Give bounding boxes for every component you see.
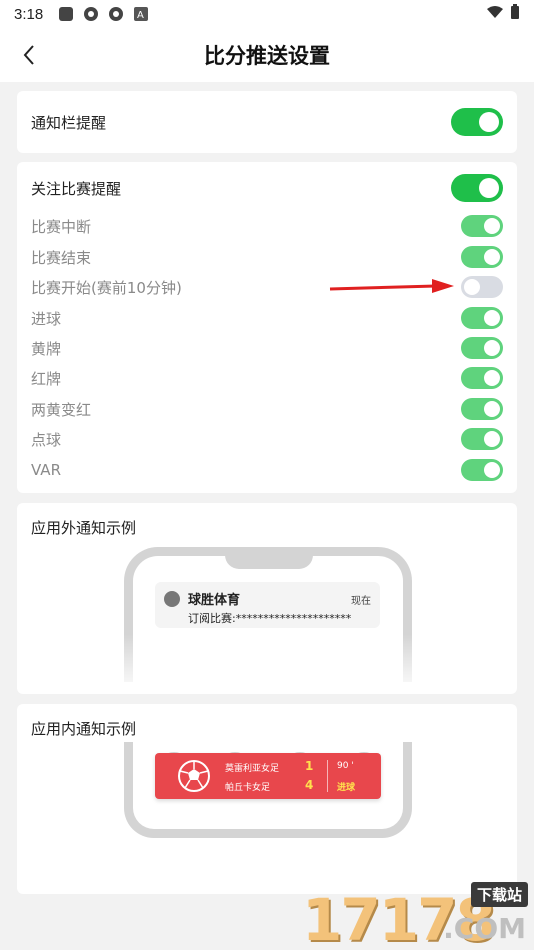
match-end-toggle[interactable] bbox=[461, 246, 503, 268]
followed-match-label: 关注比赛提醒 bbox=[31, 179, 122, 198]
home-team-name: 莫雷利亚女足 bbox=[225, 764, 280, 774]
yellow-card-toggle[interactable] bbox=[461, 337, 503, 359]
var-label: VAR bbox=[31, 461, 61, 479]
list-item: 进球 bbox=[31, 307, 503, 329]
outside-example-title: 应用外通知示例 bbox=[31, 519, 137, 537]
status-bar: 3:18 A bbox=[0, 0, 534, 28]
list-item: 红牌 bbox=[31, 367, 503, 389]
goal-label: 进球 bbox=[31, 309, 62, 328]
watermark-badge: 下载站 bbox=[470, 882, 528, 907]
watermark-logo: 17178 下载站 .COM bbox=[302, 882, 528, 950]
chevron-left-icon bbox=[23, 45, 34, 65]
goal-toggle[interactable] bbox=[461, 307, 503, 329]
notification-preview: 球胜体育 现在 订阅比赛:********************* bbox=[155, 582, 380, 628]
notification-text: 订阅比赛:********************* bbox=[188, 612, 352, 625]
notification-app-name: 球胜体育 bbox=[188, 593, 241, 608]
notification-bar-label: 通知栏提醒 bbox=[31, 113, 107, 132]
score-banner: 莫雷利亚女足 帕丘卡女足 1 4 90 ' 进球 bbox=[155, 753, 381, 799]
phone-fade bbox=[117, 634, 417, 694]
list-item: 黄牌 bbox=[31, 337, 503, 359]
penalty-toggle[interactable] bbox=[461, 428, 503, 450]
penalty-label: 点球 bbox=[31, 430, 62, 449]
app-avatar-icon bbox=[164, 591, 180, 607]
aperture-icon bbox=[107, 6, 124, 23]
followed-match-card: 关注比赛提醒 比赛中断 比赛结束 比赛开始(赛前10分钟) 进球 黄牌 红牌 两… bbox=[17, 162, 517, 493]
match-start-toggle[interactable] bbox=[461, 276, 503, 298]
away-team-name: 帕丘卡女足 bbox=[225, 783, 271, 793]
notification-bar-card: 通知栏提醒 bbox=[17, 91, 517, 153]
followed-match-toggle[interactable] bbox=[451, 174, 503, 202]
wifi-icon bbox=[486, 5, 504, 23]
aperture-icon bbox=[82, 6, 99, 23]
second-yellow-toggle[interactable] bbox=[461, 398, 503, 420]
inside-example-title: 应用内通知示例 bbox=[31, 720, 137, 738]
followed-match-row: 关注比赛提醒 bbox=[31, 174, 503, 202]
battery-icon bbox=[510, 4, 520, 24]
a-icon: A bbox=[132, 6, 149, 23]
watermark-suffix: .COM bbox=[443, 912, 526, 945]
outside-example-card: 应用外通知示例 球胜体育 现在 订阅比赛:*******************… bbox=[17, 503, 517, 694]
back-button[interactable] bbox=[14, 38, 44, 72]
home-score: 1 bbox=[305, 759, 314, 773]
notification-bar-row: 通知栏提醒 bbox=[31, 108, 503, 136]
away-score: 4 bbox=[305, 778, 314, 792]
inside-example-card: 应用内通知示例 莫雷利亚女足 帕丘卡女足 1 4 90 ' 进球 bbox=[17, 704, 517, 894]
phone-notch bbox=[225, 547, 313, 569]
list-item: 比赛结束 bbox=[31, 246, 503, 268]
list-item: 比赛中断 bbox=[31, 215, 503, 237]
list-item: VAR bbox=[31, 459, 503, 481]
match-end-label: 比赛结束 bbox=[31, 248, 92, 267]
nav-bar: 比分推送设置 bbox=[0, 28, 534, 82]
second-yellow-label: 两黄变红 bbox=[31, 400, 92, 419]
arrow-icon bbox=[329, 279, 454, 293]
svg-text:A: A bbox=[137, 10, 144, 21]
banner-divider bbox=[327, 760, 328, 792]
match-interrupt-label: 比赛中断 bbox=[31, 217, 92, 236]
list-item: 两黄变红 bbox=[31, 398, 503, 420]
page-title: 比分推送设置 bbox=[204, 44, 330, 68]
match-interrupt-toggle[interactable] bbox=[461, 215, 503, 237]
notification-bar-toggle[interactable] bbox=[451, 108, 503, 136]
notification-time: 现在 bbox=[351, 596, 371, 607]
football-icon bbox=[178, 760, 210, 792]
red-card-toggle[interactable] bbox=[461, 367, 503, 389]
match-minute: 90 ' bbox=[337, 761, 354, 771]
match-event: 进球 bbox=[337, 783, 356, 793]
red-card-label: 红牌 bbox=[31, 369, 62, 388]
yellow-card-label: 黄牌 bbox=[31, 339, 62, 358]
status-time: 3:18 bbox=[14, 5, 44, 23]
square-app-icon bbox=[57, 6, 74, 23]
match-start-label: 比赛开始(赛前10分钟) bbox=[31, 278, 182, 297]
list-item: 点球 bbox=[31, 428, 503, 450]
var-toggle[interactable] bbox=[461, 459, 503, 481]
